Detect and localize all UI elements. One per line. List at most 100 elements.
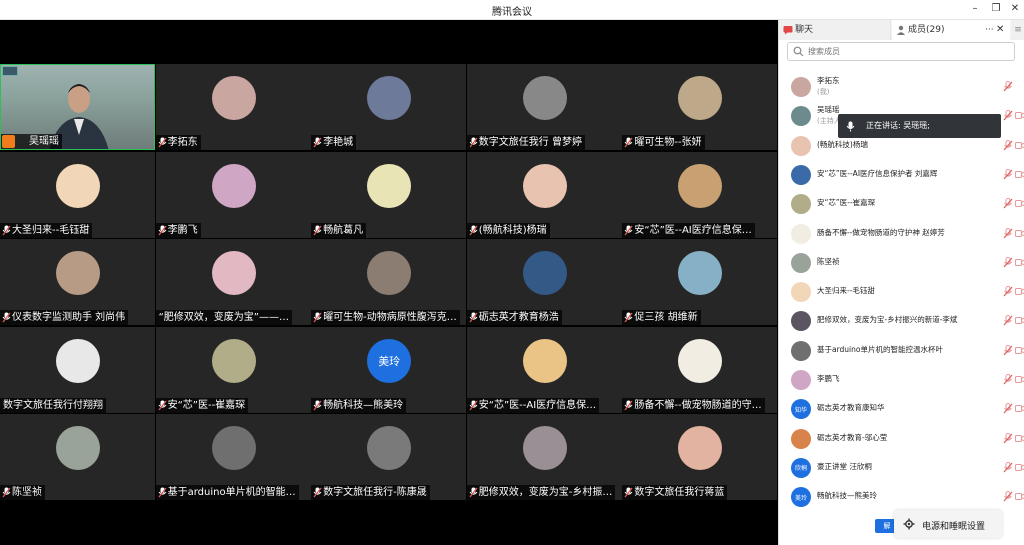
video-tile[interactable]: 曜可生物-动物病原性腹泻克… (311, 239, 467, 325)
member-search[interactable] (787, 42, 1015, 61)
video-tile[interactable]: 李鹏飞 (155, 151, 311, 238)
participant-name: 肥修双效，变废为宝-乡村振… (466, 485, 616, 500)
video-tile[interactable]: 促三孩 胡维新 (622, 239, 778, 325)
mic-icon (469, 137, 478, 148)
video-tile[interactable]: 畅航葛凡 (311, 151, 467, 238)
mic-off-icon[interactable] (1003, 491, 1013, 502)
camera-off-icon[interactable] (1015, 141, 1024, 150)
title-bar: 腾讯会议 – ❐ ✕ (0, 0, 1024, 20)
mic-off-icon[interactable] (1003, 81, 1013, 92)
panel-menu-button[interactable]: ≡ (1011, 20, 1024, 40)
video-tile[interactable]: “肥修双效，变废为宝”——… (155, 239, 311, 325)
video-tile[interactable]: 砺志英才教育杨浩 (466, 239, 622, 325)
camera-off-icon[interactable] (1015, 463, 1024, 472)
member-name: 基于arduino单片机的智能控温水杯叶 (817, 344, 943, 354)
participant-name: 数字文旅任我行蒋蓝 (622, 485, 728, 500)
member-name: (畅航科技)杨瑞 (817, 139, 868, 149)
video-tile[interactable]: 数字文旅任我行蒋蓝 (622, 414, 778, 500)
camera-off-icon[interactable] (1015, 492, 1024, 501)
member-row[interactable]: 美玲 畅航科技—熊美玲 (779, 482, 1024, 511)
mic-icon (469, 400, 478, 410)
avatar (522, 251, 567, 295)
mic-off-icon[interactable] (1003, 256, 1013, 268)
video-tile[interactable]: 美玲 畅航科技—熊美玲 (311, 326, 467, 413)
member-row[interactable]: 陈坚祯 (779, 248, 1024, 277)
member-row[interactable]: 砺志英才教育-邬心莹 (779, 424, 1024, 453)
camera-off-icon[interactable] (1015, 111, 1024, 120)
member-row[interactable]: 肥修双效，变废为宝-乡村振兴的新道-李斌 (779, 306, 1024, 335)
participant-name: 砺志英才教育杨浩 (466, 310, 562, 325)
mic-off-icon[interactable] (1003, 286, 1013, 297)
member-row[interactable]: 李拓东 (我) (779, 72, 1019, 101)
participant-name-text: 李拓东 (167, 137, 198, 148)
power-sleep-label: 电源和睡眠设置 (922, 522, 986, 532)
more-options-button[interactable]: ··· (985, 20, 994, 40)
video-tile[interactable]: 陈坚祯 (0, 414, 155, 500)
video-tile[interactable]: 基于arduino单片机的智能… (155, 414, 311, 500)
video-tile[interactable]: 仪表数字监测助手 刘尚伟 (0, 239, 155, 325)
member-row[interactable]: 安“芯”医--崔嘉琛 (779, 189, 1024, 218)
camera-off-icon[interactable] (1015, 316, 1024, 325)
mic-off-icon[interactable] (1003, 344, 1013, 356)
mic-off-icon[interactable] (1003, 139, 1013, 151)
camera-off-icon[interactable] (1015, 258, 1024, 267)
camera-off-icon[interactable] (1015, 199, 1024, 208)
close-window-button[interactable]: ✕ (1008, 2, 1022, 16)
camera-off-icon[interactable] (1015, 404, 1024, 413)
member-row[interactable]: 基于arduino单片机的智能控温水杯叶 (779, 336, 1024, 365)
member-row[interactable]: 知华 砺志英才教育康知华 (779, 394, 1024, 423)
video-tile[interactable]: 曜可生物--张妍 (622, 64, 778, 150)
camera-off-icon[interactable] (1015, 287, 1024, 296)
member-name: 豪正讲堂 汪欣桐 (817, 461, 872, 471)
minimize-button[interactable]: – (968, 2, 982, 16)
mic-off-icon[interactable] (1003, 227, 1013, 239)
member-name: 李鹏飞 (817, 374, 840, 383)
mic-off-icon[interactable] (1003, 110, 1013, 121)
power-sleep-settings[interactable]: 电源和睡眠设置 (894, 510, 1002, 538)
member-row[interactable]: 肠备不懈--做宠物肠道的守护神 赵婷芳 (779, 219, 1024, 248)
member-row[interactable]: 大圣归来--毛钰甜 (779, 277, 1024, 306)
video-tile[interactable]: 李艳城 (311, 64, 467, 150)
camera-off-icon[interactable] (1015, 170, 1024, 179)
mic-off-icon[interactable] (1003, 432, 1013, 444)
search-input[interactable] (808, 44, 1008, 59)
member-row[interactable]: 李鹏飞 (779, 365, 1024, 394)
mic-off-icon[interactable] (1003, 374, 1013, 385)
avatar (367, 163, 412, 208)
host-badge-icon (2, 135, 15, 148)
video-tile[interactable]: 安“芯”医--AI医疗信息保… (622, 151, 778, 238)
video-tile[interactable]: 安“芯”医--AI医疗信息保… (466, 326, 622, 413)
avatar (522, 338, 567, 383)
participant-name-text: 安“芯”医--AI医疗信息保… (634, 224, 752, 236)
mic-off-icon[interactable] (1003, 403, 1013, 414)
camera-off-icon[interactable] (1015, 434, 1024, 443)
restore-button[interactable]: ❐ (989, 2, 1003, 16)
mic-off-icon[interactable] (1003, 168, 1013, 180)
avatar (211, 76, 256, 120)
camera-off-icon[interactable] (1015, 375, 1024, 384)
member-row[interactable]: 欣桐 豪正讲堂 汪欣桐 (779, 453, 1024, 482)
member-row[interactable]: 安“芯”医--AI医疗信息保护者 刘嘉辉 (779, 160, 1024, 189)
camera-off-icon[interactable] (1015, 229, 1024, 238)
video-tile[interactable]: (畅航科技)杨瑞 (466, 151, 622, 238)
mic-icon (158, 487, 167, 498)
member-avatar (791, 135, 811, 156)
video-tile[interactable]: 肠备不懈--做宠物肠道的守… (622, 326, 778, 413)
member-avatar (791, 252, 811, 273)
tab-chat[interactable]: 聊天 (779, 20, 891, 40)
video-tile[interactable]: 安“芯”医--崔嘉琛 (155, 326, 311, 413)
mic-icon (313, 487, 322, 498)
close-panel-button[interactable]: ✕ (996, 20, 1004, 40)
video-tile[interactable]: 大圣归来--毛钰甜 (0, 151, 155, 238)
mic-off-icon[interactable] (1003, 315, 1013, 326)
video-tile[interactable]: 肥修双效，变废为宝-乡村振… (466, 414, 622, 500)
video-tile[interactable]: 数字文旅任我行-陈康晟 (311, 414, 467, 500)
mic-icon (624, 400, 633, 410)
video-tile[interactable]: 李拓东 (155, 64, 311, 150)
video-tile[interactable]: 数字文旅任我行 曾梦婷 (466, 64, 622, 150)
camera-off-icon[interactable] (1015, 346, 1024, 355)
mic-off-icon[interactable] (1003, 198, 1013, 209)
video-tile-active-speaker[interactable]: 吴瑶瑶 (0, 64, 155, 150)
mic-off-icon[interactable] (1003, 461, 1013, 473)
video-tile[interactable]: 数字文旅任我行付翔翔 (0, 326, 155, 413)
